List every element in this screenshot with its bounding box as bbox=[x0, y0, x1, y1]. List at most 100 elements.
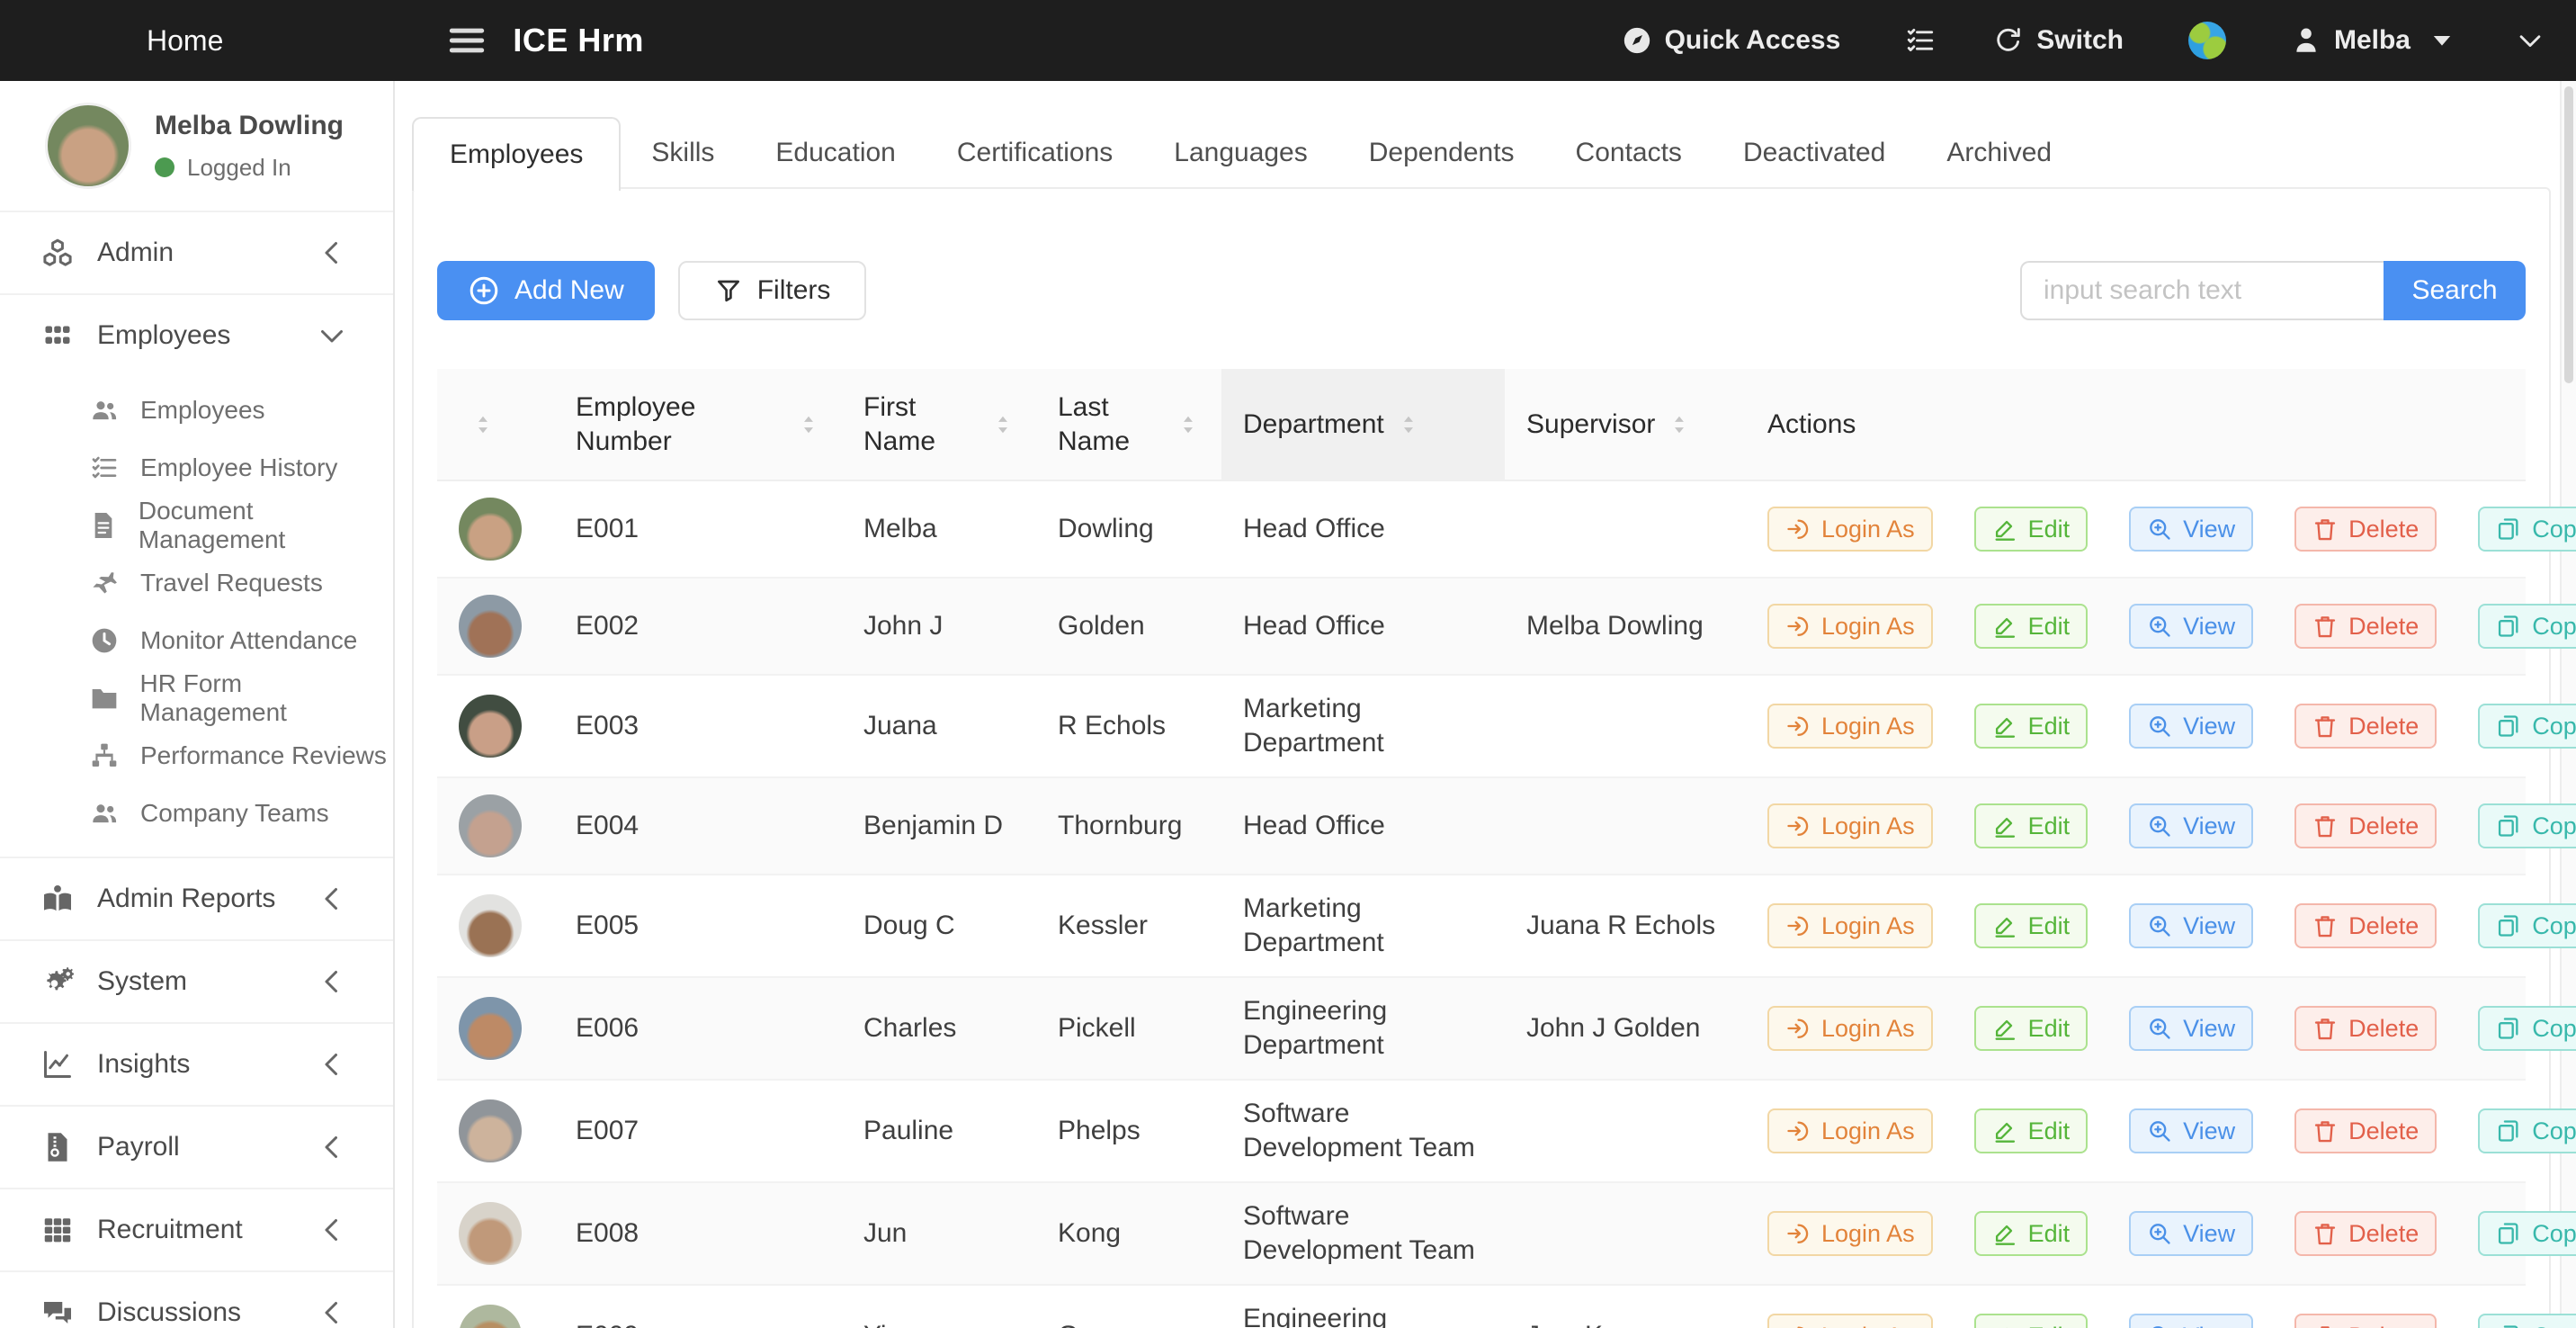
view-button[interactable]: View bbox=[2129, 1006, 2253, 1051]
folder-icon bbox=[86, 684, 122, 713]
add-new-button[interactable]: Add New bbox=[437, 261, 655, 320]
column-header-employee-number[interactable]: Employee Number bbox=[554, 369, 842, 480]
tab-deactivated[interactable]: Deactivated bbox=[1713, 117, 1916, 189]
view-button[interactable]: View bbox=[2129, 1108, 2253, 1153]
login-as-button[interactable]: Login As bbox=[1767, 1314, 1933, 1328]
tasks-button[interactable] bbox=[1905, 25, 1936, 56]
edit-button[interactable]: Edit bbox=[1974, 1211, 2089, 1256]
copy-button[interactable]: Copy bbox=[2478, 1006, 2576, 1051]
tab-languages[interactable]: Languages bbox=[1143, 117, 1337, 189]
tab-employees[interactable]: Employees bbox=[412, 117, 621, 191]
language-globe-button[interactable] bbox=[2188, 22, 2226, 59]
column-header-last-name[interactable]: Last Name bbox=[1036, 369, 1221, 480]
copy-button[interactable]: Copy bbox=[2478, 604, 2576, 649]
view-button[interactable]: View bbox=[2129, 1314, 2253, 1328]
column-header-first-name[interactable]: First Name bbox=[842, 369, 1036, 480]
sidebar-subitem-performance-reviews[interactable]: Performance Reviews bbox=[0, 727, 393, 785]
column-header-avatar[interactable] bbox=[437, 369, 554, 480]
copy-button[interactable]: Copy bbox=[2478, 1211, 2576, 1256]
delete-button[interactable]: Delete bbox=[2294, 1211, 2437, 1256]
column-header-label: Last Name bbox=[1058, 390, 1164, 459]
delete-button[interactable]: Delete bbox=[2294, 604, 2437, 649]
sidebar-item-employees[interactable]: Employees bbox=[0, 293, 393, 376]
sidebar-subitem-document-management[interactable]: Document Management bbox=[0, 497, 393, 554]
sidebar-subitem-company-teams[interactable]: Company Teams bbox=[0, 785, 393, 842]
copy-button[interactable]: Copy bbox=[2478, 1314, 2576, 1328]
action-button-label: Delete bbox=[2348, 812, 2419, 840]
delete-button[interactable]: Delete bbox=[2294, 803, 2437, 848]
tab-certifications[interactable]: Certifications bbox=[926, 117, 1143, 189]
delete-button[interactable]: Delete bbox=[2294, 704, 2437, 749]
switch-button[interactable]: Switch bbox=[1993, 25, 2124, 56]
sidebar-item-recruitment[interactable]: Recruitment bbox=[0, 1188, 393, 1270]
sidebar-subitem-monitor-attendance[interactable]: Monitor Attendance bbox=[0, 612, 393, 669]
view-button[interactable]: View bbox=[2129, 903, 2253, 948]
view-button[interactable]: View bbox=[2129, 604, 2253, 649]
tab-archived[interactable]: Archived bbox=[1916, 117, 2082, 189]
edit-button[interactable]: Edit bbox=[1974, 1108, 2089, 1153]
edit-button[interactable]: Edit bbox=[1974, 803, 2089, 848]
edit-button[interactable]: Edit bbox=[1974, 1006, 2089, 1051]
tab-contacts[interactable]: Contacts bbox=[1545, 117, 1713, 189]
column-header-department[interactable]: Department bbox=[1221, 369, 1505, 480]
edit-button[interactable]: Edit bbox=[1974, 704, 2089, 749]
view-button[interactable]: View bbox=[2129, 1211, 2253, 1256]
login-as-button[interactable]: Login As bbox=[1767, 1211, 1933, 1256]
avatar[interactable] bbox=[45, 103, 131, 189]
edit-button[interactable]: Edit bbox=[1974, 903, 2089, 948]
tab-skills[interactable]: Skills bbox=[621, 117, 745, 189]
plus-circle-icon bbox=[468, 274, 500, 307]
sidebar-item-discussions[interactable]: Discussions bbox=[0, 1270, 393, 1328]
delete-button[interactable]: Delete bbox=[2294, 507, 2437, 552]
view-button[interactable]: View bbox=[2129, 704, 2253, 749]
sidebar-subitem-employee-history[interactable]: Employee History bbox=[0, 439, 393, 497]
home-link[interactable]: Home bbox=[147, 24, 223, 58]
copy-button[interactable]: Copy bbox=[2478, 803, 2576, 848]
copy-button[interactable]: Copy bbox=[2478, 903, 2576, 948]
login-as-button[interactable]: Login As bbox=[1767, 1108, 1933, 1153]
copy-button[interactable]: Copy bbox=[2478, 704, 2576, 749]
filters-button[interactable]: Filters bbox=[678, 261, 867, 320]
panel-collapse-button[interactable] bbox=[2515, 25, 2545, 56]
view-button[interactable]: View bbox=[2129, 507, 2253, 552]
delete-button[interactable]: Delete bbox=[2294, 1006, 2437, 1051]
login-as-button[interactable]: Login As bbox=[1767, 1006, 1933, 1051]
table-row: E009YimuGaoEngineering DepartmentJun Kon… bbox=[437, 1285, 2526, 1328]
tab-education[interactable]: Education bbox=[745, 117, 926, 189]
profile-name: Melba Dowling bbox=[155, 111, 344, 141]
sidebar-item-admin[interactable]: Admin bbox=[0, 211, 393, 293]
compass-icon bbox=[1622, 25, 1652, 56]
login-as-button[interactable]: Login As bbox=[1767, 704, 1933, 749]
delete-button[interactable]: Delete bbox=[2294, 903, 2437, 948]
sidebar-item-system[interactable]: System bbox=[0, 939, 393, 1022]
sidebar-subitem-travel-requests[interactable]: Travel Requests bbox=[0, 554, 393, 612]
edit-button[interactable]: Edit bbox=[1974, 604, 2089, 649]
search-button[interactable]: Search bbox=[2384, 261, 2526, 320]
sidebar-subitem-hr-form-management[interactable]: HR Form Management bbox=[0, 669, 393, 727]
sidebar-item-insights[interactable]: Insights bbox=[0, 1022, 393, 1105]
tab-dependents[interactable]: Dependents bbox=[1338, 117, 1545, 189]
sidebar-subitem-employees[interactable]: Employees bbox=[0, 381, 393, 439]
menu-icon[interactable] bbox=[446, 20, 487, 61]
login-as-button[interactable]: Login As bbox=[1767, 903, 1933, 948]
edit-button[interactable]: Edit bbox=[1974, 507, 2089, 552]
delete-icon bbox=[2312, 1221, 2338, 1246]
copy-button[interactable]: Copy bbox=[2478, 507, 2576, 552]
view-button[interactable]: View bbox=[2129, 803, 2253, 848]
column-header-supervisor[interactable]: Supervisor bbox=[1505, 369, 1746, 480]
user-menu[interactable]: Melba bbox=[2291, 25, 2457, 56]
delete-button[interactable]: Delete bbox=[2294, 1108, 2437, 1153]
login-as-button[interactable]: Login As bbox=[1767, 604, 1933, 649]
delete-button[interactable]: Delete bbox=[2294, 1314, 2437, 1328]
copy-icon bbox=[2496, 1016, 2521, 1041]
login-as-button[interactable]: Login As bbox=[1767, 803, 1933, 848]
copy-button[interactable]: Copy bbox=[2478, 1108, 2576, 1153]
sidebar-item-payroll[interactable]: Payroll bbox=[0, 1105, 393, 1188]
login-as-button[interactable]: Login As bbox=[1767, 507, 1933, 552]
chevron-left-icon bbox=[312, 883, 352, 915]
search-input[interactable] bbox=[2020, 261, 2384, 320]
sidebar-item-admin-reports[interactable]: Admin Reports bbox=[0, 857, 393, 939]
edit-button[interactable]: Edit bbox=[1974, 1314, 2089, 1328]
quick-access-button[interactable]: Quick Access bbox=[1622, 25, 1841, 56]
scrollbar-thumb[interactable] bbox=[2564, 86, 2573, 383]
